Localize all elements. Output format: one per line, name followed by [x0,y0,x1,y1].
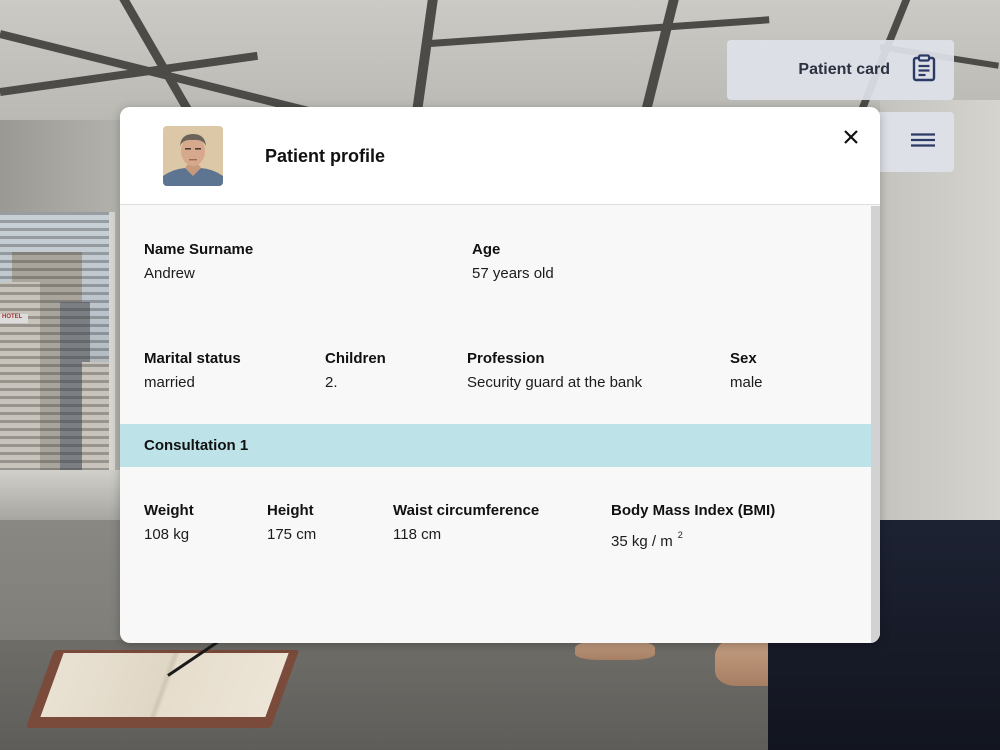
window: HOTEL [0,212,115,474]
children-label: Children [325,350,386,367]
clipboard-icon [912,53,936,87]
bmi-unit-exponent: 2 [677,530,683,540]
menu-button[interactable] [878,112,954,172]
age-value: 57 years old [472,265,554,282]
waist-label: Waist circumference [393,502,540,519]
patient-card-button[interactable]: Patient card [727,40,954,100]
weight-value: 108 kg [144,526,190,543]
close-icon [843,129,859,150]
field-height: Height 175 cm [267,502,316,544]
age-label: Age [472,241,501,258]
waist-value: 118 cm [393,526,442,543]
field-children: Children 2. [325,350,386,392]
consultation-title: Consultation 1 [144,437,249,454]
field-age: Age 57 years old [472,241,554,283]
field-sex: Sex male [730,350,763,392]
sex-label: Sex [730,350,757,367]
profession-value: Security guard at the bank [467,374,643,391]
bmi-label: Body Mass Index (BMI) [611,502,776,519]
profession-label: Profession [467,350,545,367]
patient-card-label: Patient card [798,61,890,78]
modal-title: Patient profile [265,146,386,166]
field-profession: Profession Security guard at the bank [467,350,642,392]
bmi-value-row: 35 kg / m 2 [611,526,775,551]
patient-avatar [163,126,223,186]
modal-scrollbar[interactable] [871,206,880,643]
close-button[interactable] [837,125,865,153]
modal-header: Patient profile [120,107,880,205]
marital-status-value: married [144,374,195,391]
patient-profile-modal: Patient profile Name Surname Andrew Age … [120,107,880,643]
sex-value: male [730,374,763,391]
height-value: 175 cm [267,526,317,543]
name-label: Name Surname [144,241,254,258]
children-value: 2. [325,374,338,391]
weight-label: Weight [144,502,194,519]
name-value: Andrew [144,265,195,282]
scrollbar-thumb[interactable] [871,206,880,643]
consultation-section-header: Consultation 1 [120,424,871,467]
bmi-value: 35 kg / m [611,533,673,550]
field-marital-status: Marital status married [144,350,241,392]
field-name: Name Surname Andrew [144,241,253,283]
height-label: Height [267,502,314,519]
hamburger-menu-icon [911,132,935,152]
field-weight: Weight 108 kg [144,502,194,544]
marital-status-label: Marital status [144,350,241,367]
field-waist-circumference: Waist circumference 118 cm [393,502,539,544]
field-bmi: Body Mass Index (BMI) 35 kg / m 2 [611,502,775,551]
